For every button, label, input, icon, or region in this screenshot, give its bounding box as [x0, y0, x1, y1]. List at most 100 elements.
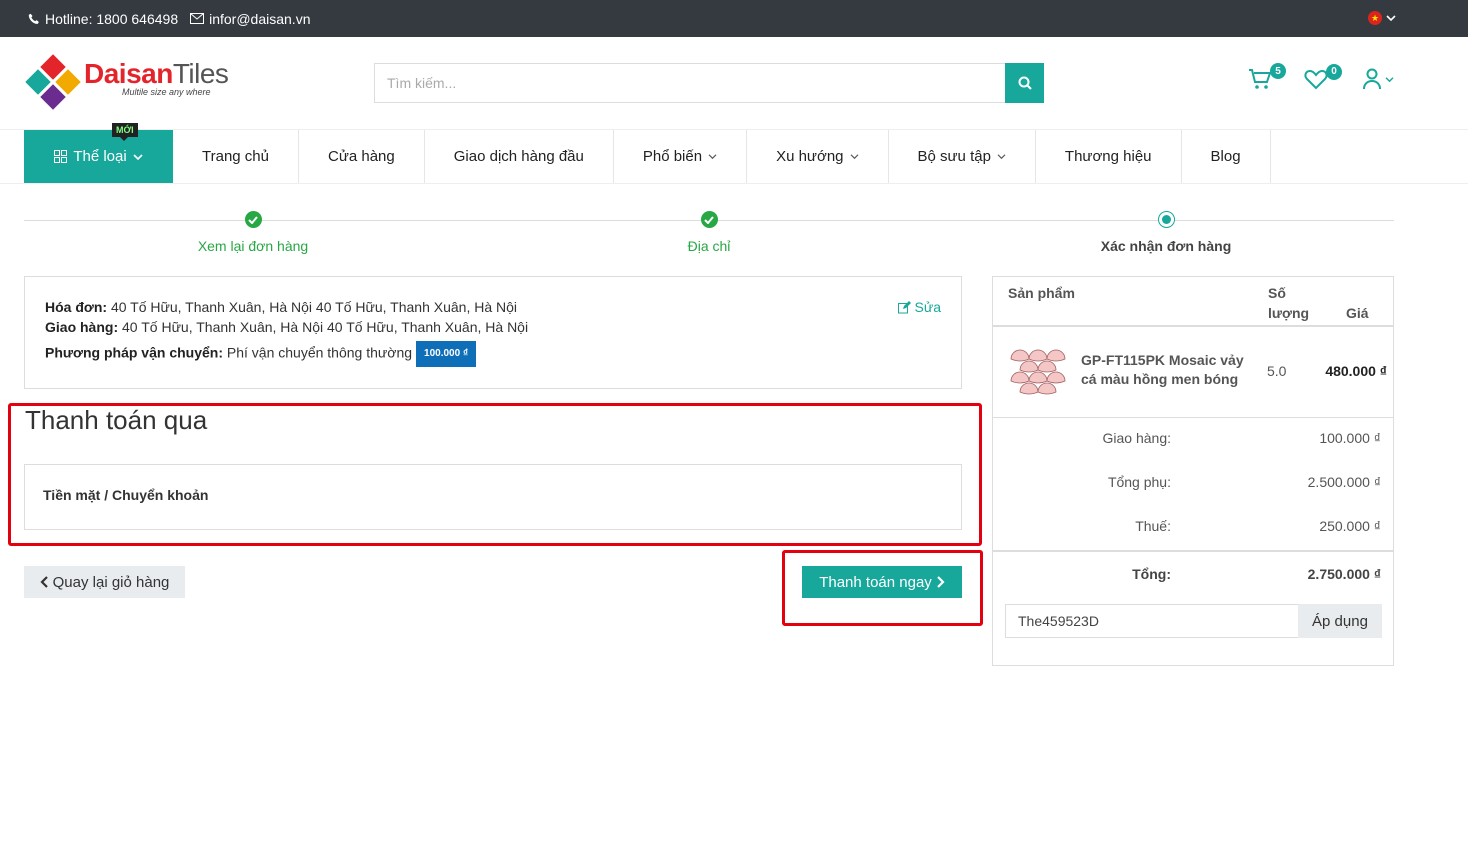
search-icon: [1018, 76, 1032, 90]
nav-item-trends[interactable]: Xu hướng: [747, 130, 889, 183]
back-to-cart-button[interactable]: Quay lại giỏ hàng: [24, 566, 185, 598]
shipping-line: Giao hàng: 40 Tố Hữu, Thanh Xuân, Hà Nội…: [45, 317, 941, 337]
order-summary: Sản phẩm Số lượng Giá GP-FT115PK Mosaic …: [992, 276, 1394, 666]
nav-item-popular[interactable]: Phổ biến: [614, 130, 748, 183]
chevron-left-icon: [40, 576, 48, 588]
row-value: 2.500.000 ₫: [1307, 474, 1381, 490]
nav-item-shop[interactable]: Cửa hàng: [299, 130, 425, 183]
row-value: 250.000 ₫: [1319, 518, 1381, 534]
step-label: Xem lại đơn hàng: [197, 238, 309, 254]
hotline-text: Hotline: 1800 646498: [45, 10, 179, 27]
search-bar: [374, 63, 1044, 103]
product-row: GP-FT115PK Mosaic vảy cá màu hồng men bó…: [993, 327, 1393, 418]
header-icons: 5 0: [1228, 63, 1394, 90]
product-thumbnail: [1010, 349, 1066, 395]
user-icon: [1363, 68, 1381, 90]
nav-item-collections[interactable]: Bộ sưu tập: [889, 130, 1036, 183]
product-name[interactable]: GP-FT115PK Mosaic vảy cá màu hồng men bó…: [1081, 351, 1261, 389]
nav-item-brands[interactable]: Thương hiệu: [1036, 130, 1182, 183]
chevron-down-icon: [1386, 15, 1396, 22]
tax-row: Thuế: 250.000 ₫: [993, 506, 1393, 550]
current-step-icon: [1157, 211, 1175, 228]
method-price-tag: 100.000 ₫: [416, 341, 477, 367]
col-qty-line2: lượng: [1268, 305, 1310, 321]
row-label: Giao hàng:: [1102, 430, 1172, 446]
summary-header: Sản phẩm Số lượng Giá: [993, 277, 1393, 327]
nav-item-label: Thương hiệu: [1064, 148, 1152, 165]
product-qty: 5.0: [1267, 363, 1287, 379]
coupon-input[interactable]: [1005, 604, 1298, 638]
cart-button[interactable]: 5: [1248, 63, 1286, 90]
highlight-box-pay-button: [782, 550, 983, 626]
step-label: Xác nhận đơn hàng: [1100, 238, 1232, 254]
nav-item-label: Cửa hàng: [327, 148, 395, 165]
invoice-label: Hóa đơn:: [45, 299, 108, 315]
shipping-row: Giao hàng: 100.000 ₫: [993, 418, 1393, 462]
total-label: Tổng:: [1132, 566, 1171, 582]
chevron-down-icon: [1385, 76, 1394, 82]
col-product: Sản phẩm: [1008, 285, 1075, 301]
nav-item-blog[interactable]: Blog: [1182, 130, 1271, 183]
total-row: Tổng: 2.750.000 ₫: [993, 550, 1393, 600]
nav-item-label: Phổ biến: [642, 148, 703, 165]
row-label: Tổng phụ:: [1107, 474, 1171, 490]
invoice-value: 40 Tố Hữu, Thanh Xuân, Hà Nội 40 Tố Hữu,…: [110, 299, 518, 315]
search-button[interactable]: [1005, 63, 1044, 103]
check-circle-icon: [700, 211, 718, 228]
back-label: Quay lại giỏ hàng: [52, 573, 170, 591]
step-address[interactable]: Địa chỉ: [609, 211, 809, 254]
method-value: Phí vận chuyển thông thường: [226, 344, 413, 361]
wishlist-count-badge: 0: [1326, 63, 1342, 80]
nav-item-label: Bộ sưu tập: [917, 148, 991, 165]
col-qty-line1: Số: [1268, 285, 1286, 301]
shipping-label: Giao hàng:: [45, 319, 119, 335]
nav-item-label: Xu hướng: [776, 148, 844, 165]
email-text: infor@daisan.vn: [209, 10, 311, 27]
logo-brand-red: Daisan: [84, 58, 173, 89]
subtotal-row: Tổng phụ: 2.500.000 ₫: [993, 462, 1393, 506]
product-price: 480.000 ₫: [1325, 363, 1387, 379]
nav-item-label: Blog: [1210, 148, 1241, 165]
nav-item-home[interactable]: Trang chủ: [173, 130, 299, 183]
method-label: Phương pháp vận chuyển:: [45, 344, 223, 361]
shipping-method-line: Phương pháp vận chuyển: Phí vận chuyển t…: [45, 341, 941, 367]
nav-item-top-deals[interactable]: Giao dịch hàng đầu: [425, 130, 614, 183]
wishlist-button[interactable]: 0: [1304, 63, 1342, 90]
chevron-down-icon: [708, 154, 717, 160]
row-label: Thuế:: [1135, 518, 1171, 534]
hotline[interactable]: Hotline: 1800 646498: [28, 11, 178, 27]
nav-category-label: Thể loại: [73, 148, 127, 165]
envelope-icon: [190, 13, 205, 24]
nav-item-label: Giao dịch hàng đầu: [453, 148, 584, 165]
coupon-form: Áp dụng: [1005, 604, 1382, 638]
invoice-line: Hóa đơn: 40 Tố Hữu, Thanh Xuân, Hà Nội 4…: [45, 297, 941, 317]
chevron-down-icon: [133, 153, 143, 160]
edit-icon: [897, 300, 911, 313]
heart-icon: [1304, 69, 1328, 89]
language-selector[interactable]: ★: [1368, 11, 1396, 25]
vietnam-flag-icon: ★: [1368, 11, 1382, 25]
apply-coupon-button[interactable]: Áp dụng: [1298, 604, 1382, 638]
site-header: DaisanTiles Multile size any where 5 0: [0, 37, 1468, 130]
logo-tagline: Multile size any where: [122, 87, 211, 97]
nav-item-label: Trang chủ: [202, 148, 269, 165]
edit-label: Sửa: [914, 299, 942, 315]
chevron-down-icon: [850, 154, 858, 160]
step-label: Địa chỉ: [687, 238, 731, 254]
email[interactable]: infor@daisan.vn: [190, 10, 311, 27]
checkout-steps: Xem lại đơn hàng Địa chỉ Xác nhận đơn hà…: [0, 184, 1468, 276]
edit-link[interactable]: Sửa: [897, 297, 942, 317]
cart-count-badge: 5: [1270, 63, 1286, 79]
search-input[interactable]: [374, 63, 1005, 103]
site-logo[interactable]: DaisanTiles Multile size any where: [25, 54, 229, 110]
step-confirm-order: Xác nhận đơn hàng: [1066, 211, 1266, 254]
logo-mark-icon: [25, 54, 81, 110]
cart-icon: [1249, 69, 1272, 89]
nav-category-menu[interactable]: MỚI Thể loại: [24, 123, 173, 183]
phone-icon: [28, 13, 39, 24]
main-nav: MỚI Thể loại Trang chủ Cửa hàng Giao dịc…: [0, 123, 1468, 184]
account-button[interactable]: [1362, 68, 1394, 90]
step-review-order[interactable]: Xem lại đơn hàng: [153, 211, 353, 254]
row-value: 100.000 ₫: [1319, 430, 1381, 446]
col-price: Giá: [1346, 305, 1369, 321]
